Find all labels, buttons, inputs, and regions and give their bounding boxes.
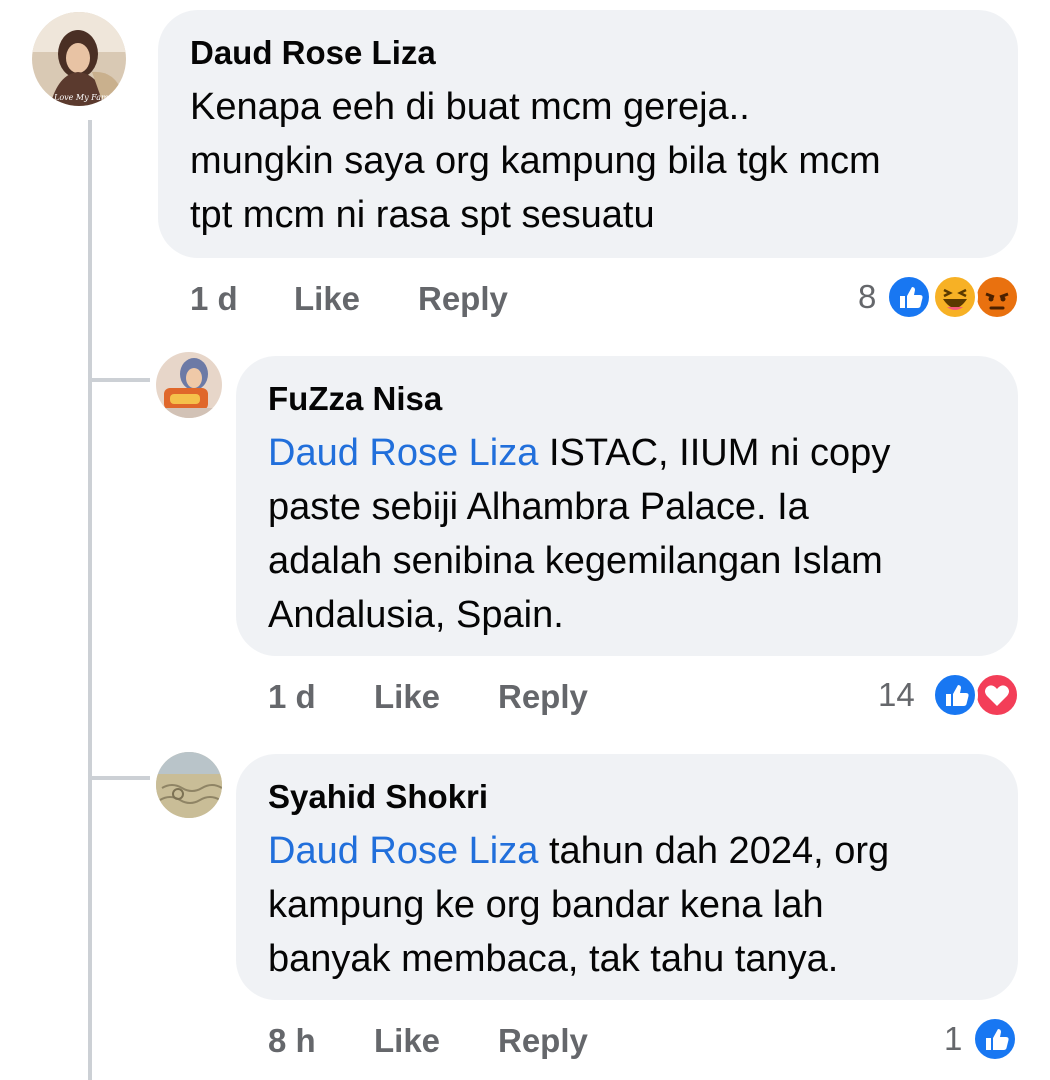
comment-text-line: Kenapa eeh di buat mcm gereja.. <box>190 86 750 128</box>
thread-connector-reply-1 <box>88 378 150 382</box>
mention-link[interactable]: Daud Rose Liza <box>268 830 538 872</box>
avatar[interactable] <box>156 352 222 418</box>
reply-text: Daud Rose Liza ISTAC, IIUM ni copy paste… <box>268 426 890 642</box>
reply-author[interactable]: Syahid Shokri <box>268 778 488 816</box>
avatar[interactable]: Love My Fam <box>32 12 126 106</box>
reply-text-line: kampung ke org bandar kena lah <box>268 884 824 926</box>
thread-line-main <box>88 120 92 1080</box>
reply-author[interactable]: FuZza Nisa <box>268 380 442 418</box>
reply-text-segment: ISTAC, IIUM ni copy <box>538 432 891 474</box>
reply-text-line: banyak membaca, tak tahu tanya. <box>268 938 839 980</box>
comment-text: Kenapa eeh di buat mcm gereja.. mungkin … <box>190 80 881 242</box>
like-button[interactable]: Like <box>374 678 440 716</box>
reply-button[interactable]: Reply <box>498 678 588 716</box>
thread-connector-reply-2 <box>88 776 150 780</box>
avatar[interactable] <box>156 752 222 818</box>
haha-icon <box>932 274 978 320</box>
reply-text-line: Daud Rose Liza tahun dah 2024, org <box>268 824 889 878</box>
like-icon <box>932 672 978 718</box>
svg-text:Love My Fam: Love My Fam <box>53 93 109 102</box>
reply-button[interactable]: Reply <box>418 280 508 318</box>
mention-link[interactable]: Daud Rose Liza <box>268 432 538 474</box>
comment-text-line: mungkin saya org kampung bila tgk mcm <box>190 140 881 182</box>
reply-text-line: Andalusia, Spain. <box>268 594 564 636</box>
reply-text-line: paste sebiji Alhambra Palace. Ia <box>268 486 809 528</box>
reply-text-segment: tahun dah 2024, org <box>538 830 890 872</box>
like-icon <box>886 274 932 320</box>
reply-text-line: adalah senibina kegemilangan Islam <box>268 540 883 582</box>
reply-text-line: Daud Rose Liza ISTAC, IIUM ni copy <box>268 426 890 480</box>
reaction-count[interactable]: 14 <box>878 676 915 714</box>
comment-author[interactable]: Daud Rose Liza <box>190 34 436 72</box>
reaction-count[interactable]: 8 <box>858 278 876 316</box>
love-icon <box>974 672 1020 718</box>
reply-timestamp[interactable]: 1 d <box>268 678 316 716</box>
like-button[interactable]: Like <box>294 280 360 318</box>
reply-button[interactable]: Reply <box>498 1022 588 1060</box>
like-icon <box>972 1016 1018 1062</box>
angry-icon <box>974 274 1020 320</box>
reaction-count[interactable]: 1 <box>944 1020 962 1058</box>
comment-timestamp[interactable]: 1 d <box>190 280 238 318</box>
reply-text: Daud Rose Liza tahun dah 2024, org kampu… <box>268 824 889 986</box>
like-button[interactable]: Like <box>374 1022 440 1060</box>
comment-text-line: tpt mcm ni rasa spt sesuatu <box>190 194 655 236</box>
reply-timestamp[interactable]: 8 h <box>268 1022 316 1060</box>
